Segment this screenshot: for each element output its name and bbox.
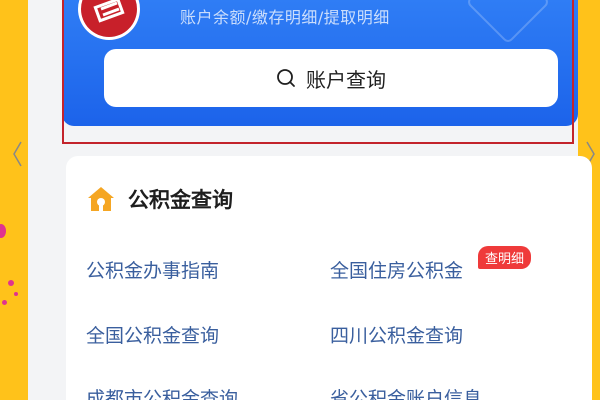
service-link-guide[interactable]: 公积金办事指南 (86, 256, 219, 283)
app-content: 账户余额/缴存明细/提取明细 账户查询 公积金查询 公积金办事指南 全国住房公积… (28, 0, 592, 400)
logo-badge (78, 0, 140, 40)
logo-mark-icon (93, 0, 125, 23)
provident-fund-section: 公积金查询 公积金办事指南 全国住房公积金 查明细 全国公积金查询 四川公积金查… (66, 156, 592, 400)
search-icon (277, 69, 295, 87)
account-query-button[interactable]: 账户查询 (104, 49, 558, 107)
account-card-subtitle: 账户余额/缴存明细/提取明细 (180, 8, 390, 27)
left-promo-strip (0, 0, 28, 400)
account-card: 账户余额/缴存明细/提取明细 账户查询 (62, 0, 578, 126)
service-link-provincial-account[interactable]: 省公积金账户信息 (330, 384, 482, 400)
service-link-national-housing-fund[interactable]: 全国住房公积金 (330, 256, 463, 283)
carousel-arrow-left-icon[interactable] (12, 140, 22, 168)
service-link-chengdu-query[interactable]: 成都市公积金查询 (86, 384, 238, 400)
logo-emblem (81, 0, 137, 37)
house-icon (88, 187, 114, 211)
section-title: 公积金查询 (128, 188, 233, 212)
service-link-sichuan-query[interactable]: 四川公积金查询 (330, 321, 463, 348)
decor-dot (14, 292, 18, 296)
decor-dot (0, 224, 6, 238)
decor-dot (2, 300, 7, 305)
check-details-badge[interactable]: 查明细 (478, 246, 532, 269)
service-link-national-query[interactable]: 全国公积金查询 (86, 321, 219, 348)
decor-dot (8, 280, 14, 286)
account-query-label: 账户查询 (306, 67, 386, 92)
card-decoration (465, 0, 551, 45)
section-header: 公积金查询 (86, 184, 233, 214)
